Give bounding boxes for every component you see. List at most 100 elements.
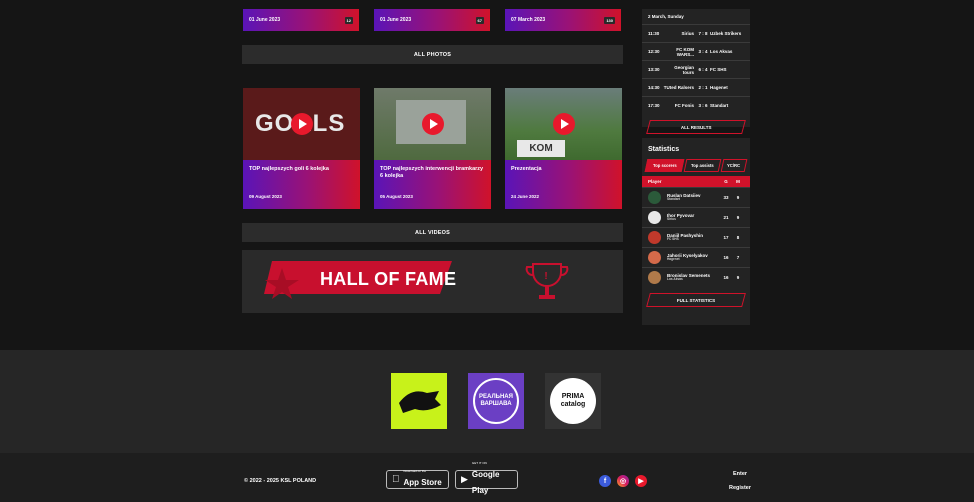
- player-goals: 17: [723, 235, 729, 240]
- avatar: [648, 251, 661, 264]
- register-link[interactable]: Register: [729, 485, 751, 491]
- player-team: Los Akvas: [667, 277, 683, 282]
- photo-count: 67: [475, 16, 484, 24]
- player-matches: 8: [736, 235, 740, 240]
- player-matches: 9: [736, 195, 740, 200]
- match-score: 2 : 1: [698, 85, 708, 90]
- results-panel: 2 March, Sunday 11:30 Sirius 7 : 8 Uzbek…: [642, 9, 750, 134]
- player-row[interactable]: Bronislav Semenets Los Akvas 16 9: [642, 267, 750, 287]
- match-score: 3 : 4: [698, 49, 708, 54]
- match-score: 3 : 6: [698, 103, 708, 108]
- header-player: Player: [648, 179, 662, 184]
- google-small: GET IT ON: [471, 461, 487, 465]
- facebook-icon[interactable]: f: [599, 475, 611, 487]
- match-score: 7 : 8: [698, 31, 708, 36]
- photo-count: 12: [344, 16, 353, 24]
- stats-header: Player G M: [642, 176, 750, 187]
- google-play-button[interactable]: ▶ GET IT ON Google Play: [455, 462, 518, 495]
- partner-logo-3[interactable]: PRIMA catalog: [545, 373, 601, 429]
- tab-yc-rc[interactable]: YC/RC: [721, 159, 748, 172]
- result-row[interactable]: 13:30 Georgian tours 6 : 4 FC SHS: [642, 60, 750, 78]
- avatar: [648, 271, 661, 284]
- tab-label: YC/RC: [727, 163, 741, 168]
- video-card-2[interactable]: TOP najlepszych interwencji bramkarzy 6 …: [374, 88, 491, 209]
- header-matches: M: [736, 179, 740, 184]
- youtube-icon[interactable]: ▶: [635, 475, 647, 487]
- partner-name: PRIMA catalog: [550, 378, 596, 424]
- player-team: Sirius: [667, 217, 676, 222]
- all-results-button[interactable]: ALL RESULTS: [646, 120, 746, 134]
- app-store-small: Download on the: [396, 469, 427, 473]
- player-team: Hagenet: [667, 257, 680, 262]
- player-goals: 16: [723, 275, 729, 280]
- hall-of-fame-title: HALL OF FAME: [320, 269, 457, 289]
- player-row[interactable]: Daniil Pashyshin FC SHS 17 8: [642, 227, 750, 247]
- instagram-icon[interactable]: ◎: [617, 475, 629, 487]
- header-goals: G: [724, 179, 728, 184]
- tab-label: Top scorers: [652, 163, 677, 168]
- player-row[interactable]: Ihor Pyvovar Sirius 21 9: [642, 207, 750, 227]
- player-team: FC SHS: [667, 237, 679, 242]
- player-row[interactable]: Ruslan Datsiiev Standart 33 9: [642, 187, 750, 207]
- all-videos-label: ALL VIDEOS: [415, 229, 450, 236]
- copyright: © 2022 - 2025 KSL POLAND: [244, 478, 317, 484]
- match-time: 12:30: [648, 49, 660, 54]
- all-videos-button[interactable]: ALL VIDEOS: [242, 223, 623, 242]
- player-goals: 33: [723, 195, 729, 200]
- tab-top-scorers[interactable]: Top scorers: [644, 159, 685, 172]
- all-photos-label: ALL PHOTOS: [413, 51, 452, 58]
- result-row[interactable]: 17:30 FC Fonis 3 : 6 Standart: [642, 96, 750, 114]
- video-date: 09 August 2023: [249, 194, 282, 200]
- away-team: Hagenet: [710, 85, 728, 90]
- photo-date: 01 June 2023: [249, 17, 281, 23]
- away-team: FC SHS: [710, 67, 727, 72]
- home-team: FC KOM WARS...: [676, 46, 694, 57]
- match-time: 17:30: [648, 103, 660, 108]
- result-row[interactable]: 14:30 TUted Ralsers 2 : 1 Hagenet: [642, 78, 750, 96]
- video-title: TOP najlepszych interwencji bramkarzy 6 …: [380, 166, 484, 179]
- full-statistics-button[interactable]: FULL STATISTICS: [646, 293, 746, 307]
- video-thumbnail: KOM: [505, 88, 622, 160]
- enter-link[interactable]: Enter: [733, 471, 747, 477]
- play-icon[interactable]: [290, 113, 313, 135]
- photo-date: 01 June 2023: [380, 17, 412, 23]
- all-photos-button[interactable]: ALL PHOTOS: [242, 45, 623, 64]
- video-title: TOP najlepszych goli 6 kolejka: [249, 166, 329, 172]
- home-team: Georgian tours: [674, 64, 694, 75]
- partner-name: РЕАЛЬНАЯ ВАРШАВА: [479, 394, 513, 407]
- play-store-icon: ▶: [461, 474, 468, 484]
- player-goals: 16: [723, 255, 729, 260]
- photo-date: 07 March 2023: [511, 17, 546, 23]
- thumb-text: KOM: [517, 140, 565, 157]
- result-row[interactable]: 12:30 FC KOM WARS... 3 : 4 Los Akvas: [642, 42, 750, 60]
- google-label: Google Play: [471, 470, 500, 495]
- avatar: [648, 191, 661, 204]
- photo-card-1[interactable]: 01 June 2023 12: [243, 9, 359, 31]
- match-score: 6 : 4: [698, 67, 708, 72]
- player-matches: 9: [736, 275, 740, 280]
- photo-card-3[interactable]: 07 March 2023 130: [505, 9, 621, 31]
- avatar: [648, 231, 661, 244]
- apple-icon: : [392, 474, 400, 485]
- home-team: FC Fonis: [674, 103, 694, 108]
- video-card-3[interactable]: KOM Prezentacja 24 June 2022: [505, 88, 622, 209]
- video-card-1[interactable]: GOALS TOP najlepszych goli 6 kolejka 09 …: [243, 88, 360, 209]
- play-icon[interactable]: [421, 113, 444, 135]
- partner-logo-2[interactable]: РЕАЛЬНАЯ ВАРШАВА: [468, 373, 524, 429]
- photo-count: 130: [604, 16, 615, 24]
- player-row[interactable]: Jahorii Kyselyakov Hagenet 16 7: [642, 247, 750, 267]
- player-team: Standart: [667, 197, 680, 202]
- results-date: 2 March, Sunday: [648, 14, 684, 19]
- photo-card-2[interactable]: 01 June 2023 67: [374, 9, 490, 31]
- partner-logo-1[interactable]: [391, 373, 447, 429]
- player-goals: 21: [723, 215, 729, 220]
- play-icon[interactable]: [552, 113, 575, 135]
- match-time: 11:30: [648, 31, 660, 36]
- statistics-title: Statistics: [648, 146, 680, 153]
- app-store-button[interactable]:  Download on the App Store: [386, 470, 449, 489]
- video-thumbnail: GOALS: [243, 88, 360, 160]
- result-row[interactable]: 11:30 Sirius 7 : 8 Uzbek Strikers: [642, 24, 750, 42]
- tab-top-assists[interactable]: Top assists: [683, 159, 722, 172]
- match-time: 13:30: [648, 67, 660, 72]
- hall-of-fame-banner[interactable]: ! HALL OF FAME: [242, 250, 623, 313]
